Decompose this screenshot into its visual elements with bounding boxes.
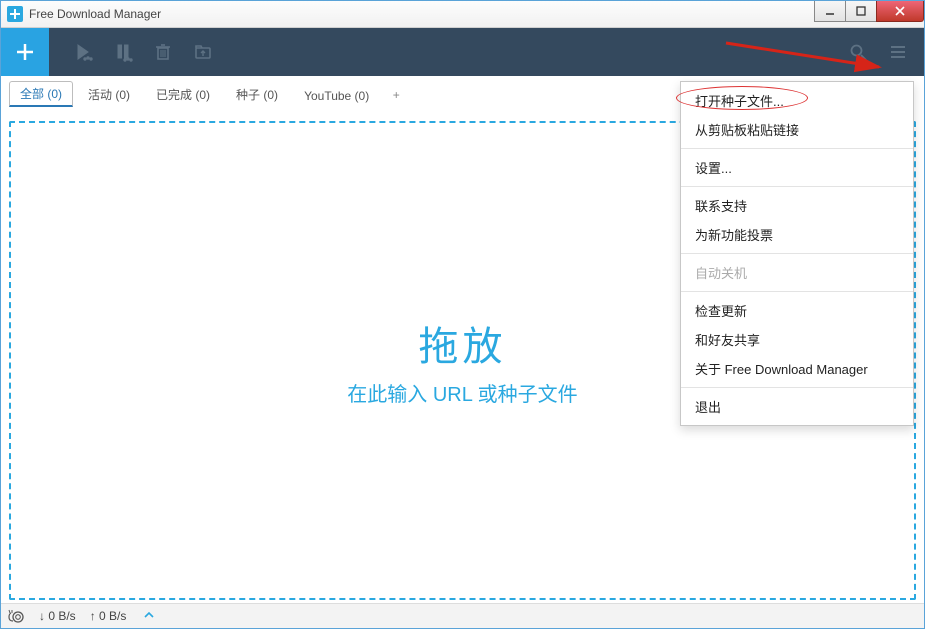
upload-speed: ↑ 0 B/s — [90, 609, 127, 623]
folder-icon — [193, 42, 213, 62]
move-button[interactable] — [183, 32, 223, 72]
trash-icon — [153, 42, 173, 62]
menu-item[interactable]: 打开种子文件... — [681, 86, 913, 115]
menu-separator — [681, 387, 913, 388]
drop-subtitle: 在此输入 URL 或种子文件 — [347, 378, 577, 407]
start-button[interactable] — [63, 32, 103, 72]
pause-button[interactable] — [103, 32, 143, 72]
filter-tab[interactable]: 种子 (0) — [225, 82, 289, 106]
snail-icon — [7, 607, 25, 625]
download-speed: ↓ 0 B/s — [39, 609, 76, 623]
menu-item[interactable]: 联系支持 — [681, 191, 913, 220]
filter-tab[interactable]: 活动 (0) — [77, 82, 141, 106]
menu-item: 自动关机 — [681, 258, 913, 287]
close-button[interactable] — [876, 1, 924, 22]
chevron-up-icon — [144, 610, 154, 620]
menu-item[interactable]: 退出 — [681, 392, 913, 421]
plus-icon — [14, 41, 36, 63]
hamburger-icon — [888, 42, 908, 62]
filter-tab[interactable]: YouTube (0) — [293, 85, 380, 106]
add-tab-button[interactable]: + — [384, 84, 408, 106]
minimize-button[interactable] — [814, 1, 846, 22]
add-download-button[interactable] — [1, 28, 49, 76]
app-icon — [7, 6, 23, 22]
play-icon — [73, 42, 93, 62]
titlebar: Free Download Manager — [1, 1, 924, 28]
menu-separator — [681, 253, 913, 254]
filter-tab[interactable]: 全部 (0) — [9, 81, 73, 107]
window-buttons — [815, 1, 924, 21]
snail-mode-button[interactable] — [7, 607, 25, 625]
filter-tab[interactable]: 已完成 (0) — [145, 82, 221, 106]
menu-item[interactable]: 和好友共享 — [681, 325, 913, 354]
menu-item[interactable]: 为新功能投票 — [681, 220, 913, 249]
menu-button[interactable] — [878, 32, 918, 72]
pause-icon — [113, 42, 133, 62]
menu-item[interactable]: 从剪贴板粘贴链接 — [681, 115, 913, 144]
menu-item[interactable]: 设置... — [681, 153, 913, 182]
menu-separator — [681, 291, 913, 292]
menu-item[interactable]: 检查更新 — [681, 296, 913, 325]
main-menu: 打开种子文件...从剪贴板粘贴链接设置... 联系支持为新功能投票自动关机检查更新… — [680, 81, 914, 426]
drop-title: 拖放 — [419, 314, 507, 372]
toolbar — [1, 28, 924, 76]
app-window: Free Download Manager — [0, 0, 925, 629]
window-title: Free Download Manager — [29, 7, 161, 21]
search-icon — [848, 42, 868, 62]
menu-separator — [681, 148, 913, 149]
menu-item[interactable]: 关于 Free Download Manager — [681, 354, 913, 383]
menu-separator — [681, 186, 913, 187]
search-button[interactable] — [838, 32, 878, 72]
delete-button[interactable] — [143, 32, 183, 72]
speed-expand-button[interactable] — [144, 609, 154, 623]
status-bar: ↓ 0 B/s ↑ 0 B/s — [1, 603, 924, 628]
maximize-button[interactable] — [845, 1, 877, 22]
